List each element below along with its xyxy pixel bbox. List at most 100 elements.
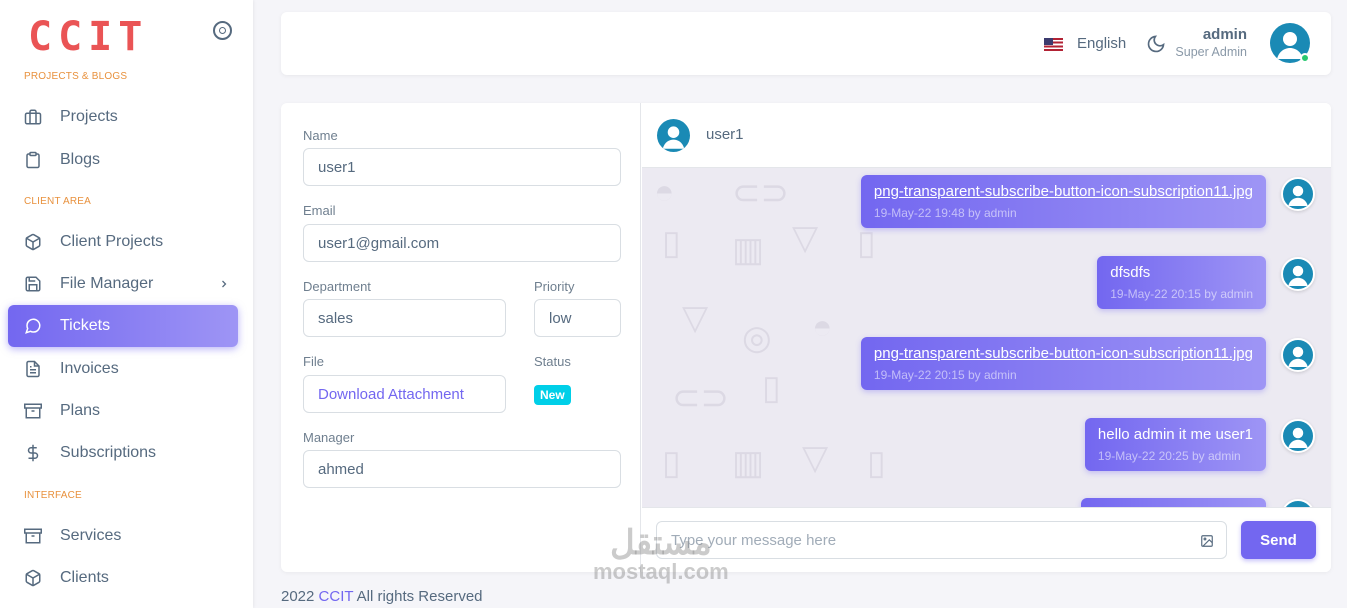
hotdog-doodle-icon: ⊂⊃: [672, 379, 729, 417]
fries-doodle-icon: ▥: [732, 444, 765, 482]
sidebar-item-label: Blogs: [60, 151, 101, 168]
name-label: Name: [303, 128, 338, 143]
sidebar-item-label: Client Projects: [60, 233, 164, 250]
sidebar-item-plans[interactable]: Plans: [8, 390, 238, 432]
dollar-icon: [24, 444, 42, 462]
message-attachment-link[interactable]: png-transparent-subscribe-button-icon-su…: [874, 345, 1253, 362]
cup-doodle-icon: ▯: [857, 224, 876, 262]
sidebar-item-label: Subscriptions: [60, 444, 157, 461]
sidebar-toggle-icon[interactable]: [213, 21, 232, 40]
avatar: [1281, 257, 1315, 291]
archive-icon: [24, 402, 42, 420]
section-title-projects-blogs: PROJECTS & BLOGS: [24, 71, 128, 82]
email-field[interactable]: user1@gmail.com: [303, 224, 621, 262]
watermark-arabic: مستقل: [609, 524, 712, 562]
message-text: dfsdfs: [1110, 264, 1151, 281]
icecream-doodle-icon: ▽: [802, 439, 829, 477]
box-icon: [24, 569, 42, 587]
avatar[interactable]: [657, 119, 690, 152]
chat-messages[interactable]: ◓ ⊂⊃ ▯ ▥ ▽ ▯ ▽ ◎ ◓ ⊂⊃ ▯ ▯ ▥ ▽ ▯ png-tran…: [642, 168, 1331, 507]
user-role: Super Admin: [1175, 45, 1247, 59]
footer: 2022 CCIT All rights Reserved: [281, 588, 483, 605]
sidebar-item-projects[interactable]: Projects: [8, 96, 238, 138]
chat-message: dfsdfs 19-May-22 20:15 by admin: [1097, 256, 1266, 309]
icecream-doodle-icon: ▽: [792, 219, 819, 257]
email-label: Email: [303, 203, 336, 218]
clipboard-icon: [24, 151, 42, 169]
sidebar-item-label: Projects: [60, 108, 118, 125]
sidebar-item-label: Plans: [60, 402, 101, 419]
send-button[interactable]: Send: [1241, 521, 1316, 559]
moon-icon[interactable]: [1146, 34, 1166, 54]
online-status-dot: [1300, 53, 1310, 63]
message-circle-icon: [24, 317, 42, 335]
status-label: Status: [534, 354, 571, 369]
chat-message: png-transparent-subscribe-button-icon-su…: [860, 337, 1266, 390]
sidebar-item-label: Tickets: [60, 317, 111, 334]
footer-year: 2022: [281, 588, 315, 605]
cup-doodle-icon: ▯: [662, 224, 681, 262]
burger-doodle-icon: ◓: [654, 173, 675, 211]
chevron-right-icon: [218, 278, 230, 290]
message-text: hello admin it me user1: [1097, 426, 1253, 443]
chat-message: png-transparent-subscribe-button-icon-su…: [860, 175, 1266, 228]
archive-icon: [24, 527, 42, 545]
priority-label: Priority: [534, 279, 575, 294]
sidebar-item-label: File Manager: [60, 275, 154, 292]
ticket-details-form: Name user1 Email user1@gmail.com Departm…: [281, 103, 641, 572]
box-icon: [24, 233, 42, 251]
fries-doodle-icon: ▥: [732, 231, 765, 269]
status-badge: New: [534, 385, 571, 405]
top-navbar: English admin Super Admin: [281, 12, 1331, 75]
message-attachment-link[interactable]: png-transparent-subscribe-button-icon-su…: [874, 183, 1253, 200]
sidebar-item-subscriptions[interactable]: Subscriptions: [8, 432, 238, 474]
chat-header: user1: [642, 103, 1331, 168]
cup-doodle-icon: ▯: [662, 444, 681, 482]
sidebar-item-label: Invoices: [60, 360, 119, 377]
sidebar-item-label: Services: [60, 527, 122, 544]
avatar: [1281, 338, 1315, 372]
sidebar-item-file-manager[interactable]: File Manager: [8, 263, 238, 305]
brand-logo[interactable]: CCIT: [28, 14, 148, 60]
sidebar: CCIT PROJECTS & BLOGS Projects Blogs CLI…: [0, 0, 253, 608]
cup-doodle-icon: ▯: [867, 444, 886, 482]
chat-panel: user1 ◓ ⊂⊃ ▯ ▥ ▽ ▯ ▽ ◎ ◓ ⊂⊃ ▯ ▯ ▥ ▽ ▯ pn…: [642, 103, 1331, 572]
sidebar-item-label: Clients: [60, 569, 109, 586]
donut-doodle-icon: ◎: [742, 319, 772, 357]
us-flag-icon[interactable]: [1044, 38, 1063, 51]
chat-message-partial: [1081, 498, 1266, 507]
message-meta: 19-May-22 20:15 by admin: [1110, 287, 1253, 301]
user-name: admin: [1202, 26, 1247, 43]
name-field[interactable]: user1: [303, 148, 621, 186]
chat-composer: Type your message here Send: [642, 507, 1331, 572]
message-input[interactable]: Type your message here: [656, 521, 1227, 559]
file-label: File: [303, 354, 324, 369]
briefcase-icon: [24, 108, 42, 126]
footer-rights: All rights Reserved: [356, 588, 483, 605]
cup-doodle-icon: ▯: [762, 369, 781, 407]
sidebar-item-blogs[interactable]: Blogs: [8, 139, 238, 181]
download-attachment-link[interactable]: Download Attachment: [303, 375, 506, 413]
hotdog-doodle-icon: ⊂⊃: [732, 174, 789, 212]
section-title-client-area: CLIENT AREA: [24, 196, 92, 207]
avatar: [1281, 499, 1315, 507]
message-meta: 19-May-22 20:25 by admin: [1097, 449, 1241, 463]
burger-doodle-icon: ◓: [812, 308, 833, 346]
sidebar-item-client-projects[interactable]: Client Projects: [8, 221, 238, 263]
language-selector[interactable]: English: [1077, 35, 1126, 52]
watermark: مستقل mostaql.com: [593, 525, 729, 583]
department-field[interactable]: sales: [303, 299, 506, 337]
sidebar-item-services[interactable]: Services: [8, 515, 238, 557]
save-icon: [24, 275, 42, 293]
avatar: [1281, 177, 1315, 211]
chat-message: hello admin it me user1 19-May-22 20:25 …: [1084, 418, 1266, 471]
priority-field[interactable]: low: [534, 299, 621, 337]
manager-field[interactable]: ahmed: [303, 450, 621, 488]
image-icon[interactable]: [1200, 534, 1214, 548]
sidebar-item-invoices[interactable]: Invoices: [8, 348, 238, 390]
sidebar-item-tickets[interactable]: Tickets: [8, 305, 238, 347]
sidebar-item-clients[interactable]: Clients: [8, 557, 238, 599]
footer-brand-link[interactable]: CCIT: [319, 588, 354, 605]
watermark-url: mostaql.com: [593, 559, 729, 584]
icecream-doodle-icon: ▽: [682, 299, 709, 337]
